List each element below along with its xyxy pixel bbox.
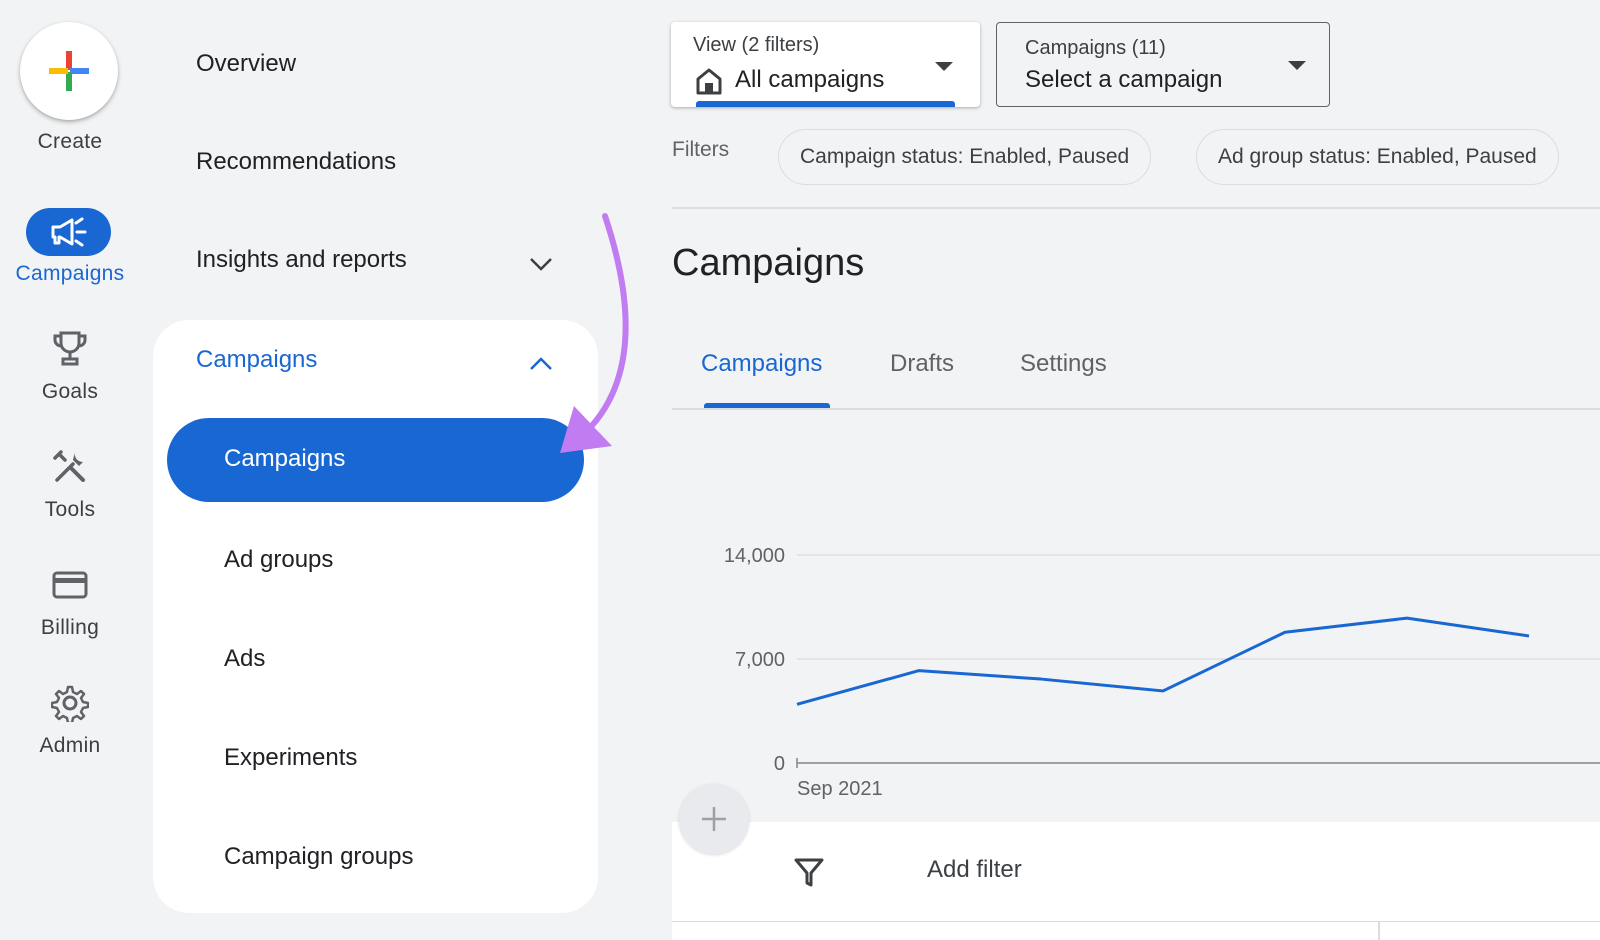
trophy-icon	[53, 331, 87, 366]
filter-chip-ad-group-status[interactable]: Ad group status: Enabled, Paused	[1196, 129, 1559, 185]
nav-item-campaigns-active[interactable]: Campaigns	[167, 418, 584, 502]
rail-item-campaigns[interactable]	[26, 208, 111, 256]
nav-item-recommendations[interactable]: Recommendations	[196, 148, 396, 176]
campaign-value: Select a campaign	[1025, 66, 1223, 93]
page-title: Campaigns	[672, 242, 865, 284]
gear-icon	[51, 685, 89, 722]
tab-drafts[interactable]: Drafts	[890, 350, 954, 378]
rail-label-admin: Admin	[39, 734, 101, 757]
chart-series-line	[796, 616, 1530, 706]
tab-settings[interactable]: Settings	[1020, 350, 1107, 378]
create-label: Create	[37, 130, 103, 153]
create-button[interactable]	[20, 22, 118, 120]
add-fab-button[interactable]	[679, 784, 749, 854]
tab-campaigns[interactable]: Campaigns	[701, 350, 822, 378]
view-value: All campaigns	[735, 66, 885, 93]
campaign-selector[interactable]: Campaigns (11) Select a campaign	[996, 22, 1330, 107]
view-selector[interactable]: View (2 filters) All campaigns	[671, 22, 980, 107]
filter-funnel-icon[interactable]	[793, 856, 825, 888]
caret-down-icon	[935, 62, 953, 71]
filter-bar: Add filter	[672, 822, 1600, 922]
chart-y-tick-label: 0	[774, 753, 785, 775]
left-rail: Create Campaigns Goals Tools Billing Adm…	[0, 0, 140, 940]
rail-label-campaigns: Campaigns	[15, 262, 125, 285]
credit-card-icon	[52, 571, 88, 599]
nav-item-ad-groups[interactable]: Ad groups	[224, 546, 333, 574]
annotation-arrow	[560, 213, 629, 453]
plus-icon	[49, 51, 89, 91]
chart-x-tick-label: Sep 2021	[797, 778, 883, 800]
header-divider	[672, 207, 1600, 209]
tabs-divider	[672, 408, 1600, 410]
performance-chart: 14,000 7,000 0 Sep 2021	[724, 545, 1600, 800]
chart-y-tick-label: 14,000	[724, 545, 785, 567]
rail-label-billing: Billing	[40, 616, 100, 639]
nav-item-insights[interactable]: Insights and reports	[196, 246, 407, 274]
column-divider	[1378, 922, 1380, 940]
tools-icon	[53, 450, 85, 482]
filters-label: Filters	[672, 138, 730, 161]
plus-icon	[702, 807, 726, 831]
rail-label-tools: Tools	[44, 498, 96, 521]
view-underline	[696, 101, 955, 107]
nav-item-campaign-groups[interactable]: Campaign groups	[224, 843, 413, 871]
nav-item-experiments[interactable]: Experiments	[224, 744, 357, 772]
campaign-count: Campaigns (11)	[1025, 37, 1166, 59]
megaphone-icon	[51, 217, 87, 247]
rail-label-goals: Goals	[41, 380, 99, 403]
nav-campaigns-section: Campaigns Campaigns Ad groups Ads Experi…	[153, 320, 598, 913]
filter-chip-campaign-status[interactable]: Campaign status: Enabled, Paused	[778, 129, 1152, 185]
nav-item-overview[interactable]: Overview	[196, 50, 296, 78]
table-header-strip	[672, 922, 1600, 940]
chart-y-tick-label: 7,000	[735, 649, 785, 671]
add-filter-button[interactable]: Add filter	[927, 856, 1022, 884]
home-icon	[696, 68, 722, 95]
nav-item-campaigns-label: Campaigns	[224, 445, 346, 472]
view-filter-count: View (2 filters)	[693, 34, 820, 56]
nav-section-campaigns[interactable]: Campaigns	[196, 346, 317, 374]
caret-down-icon	[1288, 61, 1306, 70]
nav-item-ads[interactable]: Ads	[224, 645, 265, 673]
